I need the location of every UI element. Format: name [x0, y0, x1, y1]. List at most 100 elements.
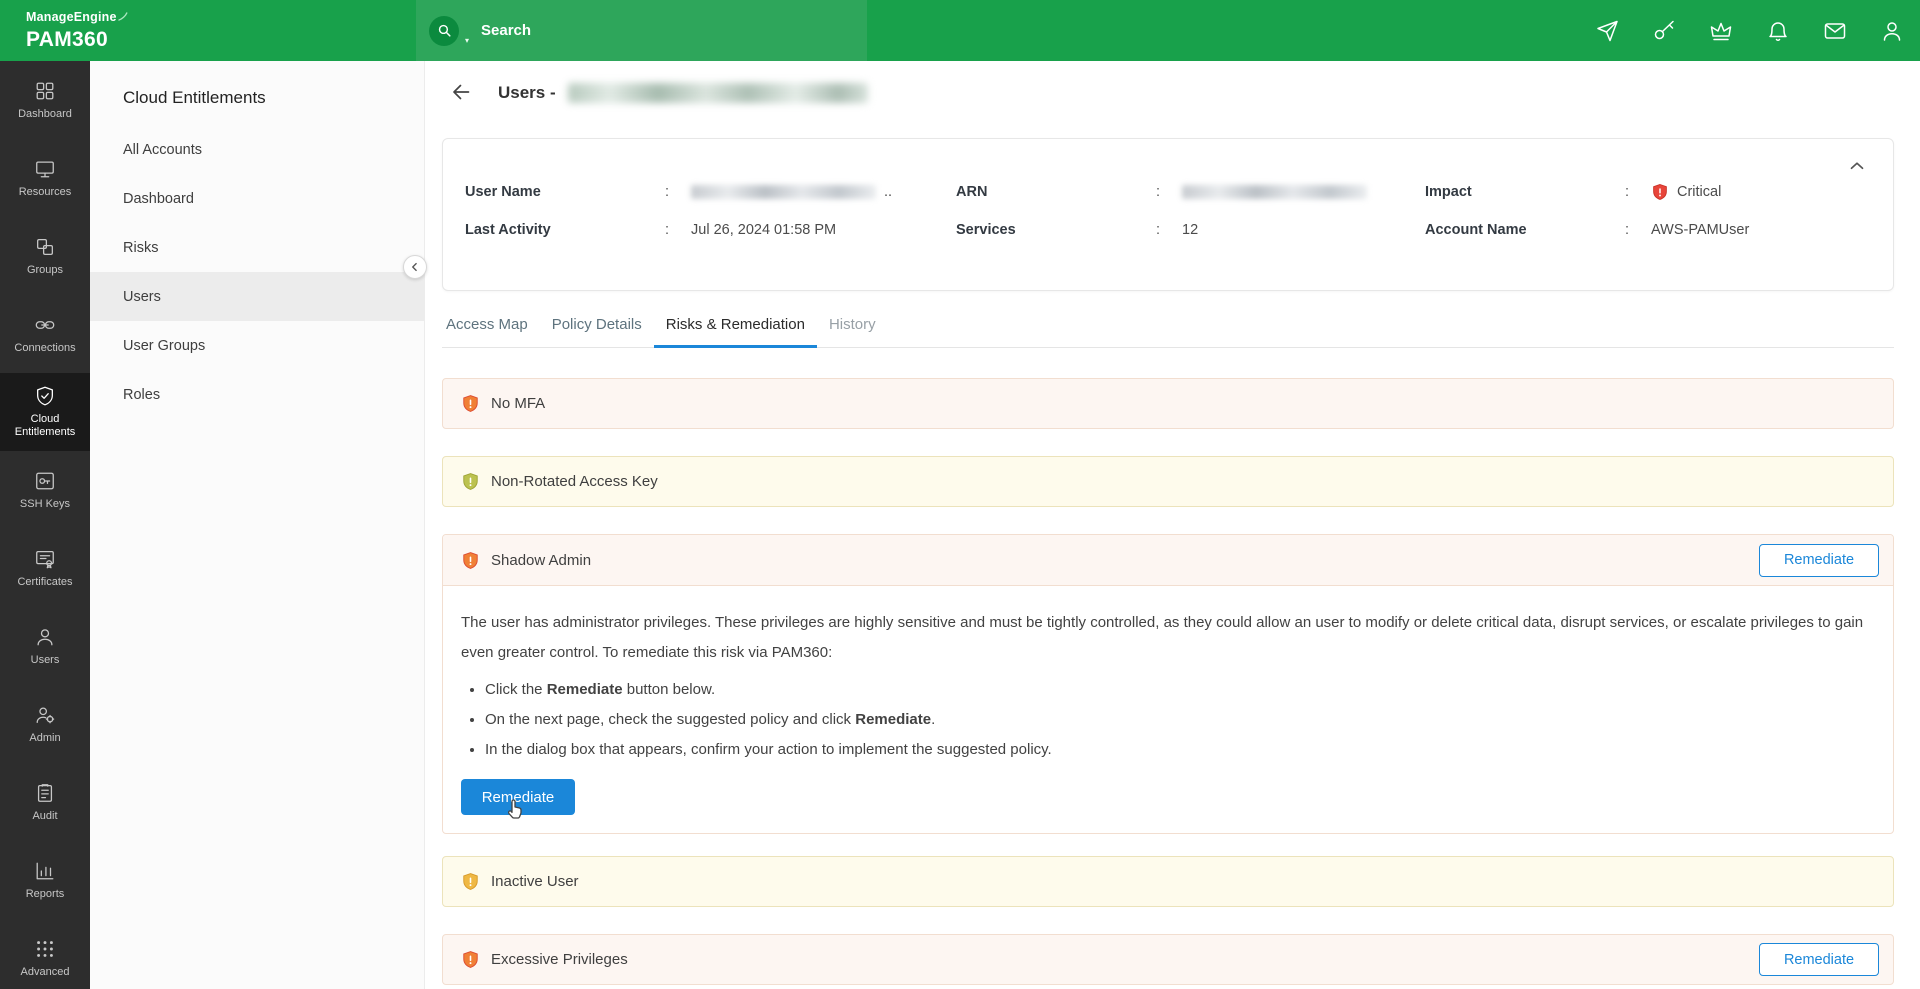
subnav-item-roles[interactable]: Roles [90, 370, 424, 419]
tab-policy-details[interactable]: Policy Details [540, 314, 654, 348]
remediate-action-button[interactable]: Remediate [461, 779, 575, 815]
certificates-icon [34, 548, 56, 570]
sidebar-item-label: Users [28, 654, 63, 667]
sidebar-item-users[interactable]: Users [0, 607, 90, 685]
audit-icon [34, 782, 56, 804]
sidebar-item-certificates[interactable]: Certificates [0, 529, 90, 607]
remediate-button-shadow-admin[interactable]: Remediate [1759, 544, 1879, 577]
secondary-sidebar: Cloud Entitlements All Accounts Dashboar… [90, 61, 425, 989]
card-collapse-button[interactable] [1845, 155, 1869, 179]
remediation-steps: Click the Remediate button below. On the… [461, 675, 1869, 765]
sidebar-item-label: Reports [23, 888, 68, 901]
risk-card-non-rotated-access-key[interactable]: Non-Rotated Access Key [442, 456, 1894, 507]
field-last-activity: Last Activity : Jul 26, 2024 01:58 PM [443, 217, 956, 243]
field-account-name: Account Name : AWS-PAMUser [1425, 217, 1873, 243]
product-name: PAM360 [26, 29, 128, 50]
colon: : [1156, 184, 1182, 200]
sidebar-item-cloud-entitlements[interactable]: Cloud Entitlements [0, 373, 90, 451]
back-button[interactable] [448, 80, 474, 106]
subnav-label: Users [123, 289, 161, 305]
connections-icon [34, 314, 56, 336]
sidebar-item-ssh-keys[interactable]: SSH Keys [0, 451, 90, 529]
key-icon[interactable] [1652, 19, 1676, 43]
brand-swoosh-icon [118, 9, 128, 25]
field-label: Impact [1425, 184, 1625, 200]
sidebar-item-label: Admin [26, 732, 63, 745]
tab-risks-remediation[interactable]: Risks & Remediation [654, 314, 817, 348]
risk-description: The user has administrator privileges. T… [461, 608, 1869, 668]
subnav-label: User Groups [123, 338, 205, 354]
search-scope-caret-icon: ▾ [465, 36, 469, 45]
sidebar-item-advanced[interactable]: Advanced [0, 919, 90, 989]
mail-icon[interactable] [1823, 19, 1847, 43]
tab-history[interactable]: History [817, 314, 888, 348]
field-value [1182, 185, 1367, 199]
admin-icon [34, 704, 56, 726]
sidebar-item-label: Groups [24, 264, 66, 277]
ssh-keys-icon [34, 470, 56, 492]
step-bold: Remediate [855, 711, 931, 728]
tab-access-map[interactable]: Access Map [442, 314, 540, 348]
search-placeholder: Search [481, 22, 531, 39]
sidebar-item-resources[interactable]: Resources [0, 139, 90, 217]
risk-shield-icon [461, 872, 480, 891]
sidebar-item-label: Resources [16, 186, 75, 199]
sidebar-item-label: SSH Keys [17, 498, 73, 511]
subnav-item-user-groups[interactable]: User Groups [90, 321, 424, 370]
main-content: Users - User Name : .. ARN : Impac [425, 61, 1920, 989]
risk-shield-icon [461, 394, 480, 413]
page-header: Users - [448, 75, 1920, 111]
sidebar-item-label: Audit [29, 810, 60, 823]
topbar-actions [1595, 0, 1904, 61]
brand-logo[interactable]: ManageEngine PAM360 [26, 9, 128, 50]
users-icon [34, 626, 56, 648]
sidebar-item-dashboard[interactable]: Dashboard [0, 61, 90, 139]
step-text: On the next page, check the suggested po… [485, 711, 855, 728]
sidebar-item-reports[interactable]: Reports [0, 841, 90, 919]
risk-card-no-mfa[interactable]: No MFA [442, 378, 1894, 429]
field-label: Services [956, 222, 1156, 238]
send-icon[interactable] [1595, 19, 1619, 43]
sidebar-item-connections[interactable]: Connections [0, 295, 90, 373]
subnav-item-risks[interactable]: Risks [90, 223, 424, 272]
subnav-item-users[interactable]: Users [90, 272, 424, 321]
sidebar-item-admin[interactable]: Admin [0, 685, 90, 763]
risk-label: No MFA [491, 395, 545, 412]
sidebar-collapse-button[interactable] [403, 255, 427, 279]
impact-value: Critical [1677, 184, 1721, 200]
chevron-left-icon [406, 258, 424, 276]
subnav-item-all-accounts[interactable]: All Accounts [90, 125, 424, 174]
risk-card-header[interactable]: Shadow Admin Remediate [443, 535, 1893, 586]
sidebar-item-groups[interactable]: Groups [0, 217, 90, 295]
colon: : [665, 222, 691, 238]
remediation-step: Click the Remediate button below. [485, 675, 1869, 705]
dashboard-icon [34, 80, 56, 102]
risk-label: Non-Rotated Access Key [491, 473, 658, 490]
search-icon [429, 16, 459, 46]
crown-icon[interactable] [1709, 19, 1733, 43]
risk-list: No MFA Non-Rotated Access Key Shadow Adm… [442, 378, 1894, 985]
page-title: Users - [498, 83, 556, 103]
sidebar-item-label: Cloud Entitlements [0, 413, 90, 439]
user-account-icon[interactable] [1880, 19, 1904, 43]
sidebar-item-audit[interactable]: Audit [0, 763, 90, 841]
colon: : [665, 184, 691, 200]
step-bold: Remediate [547, 681, 623, 698]
risk-card-body: The user has administrator privileges. T… [443, 586, 1893, 833]
step-text: Click the [485, 681, 547, 698]
bell-icon[interactable] [1766, 19, 1790, 43]
risk-card-excessive-privileges[interactable]: Excessive Privileges Remediate [442, 934, 1894, 985]
subnav-item-dashboard[interactable]: Dashboard [90, 174, 424, 223]
groups-icon [34, 236, 56, 258]
advanced-dots-icon [34, 938, 56, 960]
step-text: . [931, 711, 935, 728]
risk-shield-icon [461, 472, 480, 491]
risk-card-shadow-admin: Shadow Admin Remediate The user has admi… [442, 534, 1894, 834]
search-input[interactable]: ▾ Search [416, 0, 867, 61]
risk-card-inactive-user[interactable]: Inactive User [442, 856, 1894, 907]
truncation-dots: .. [884, 184, 892, 200]
risk-label: Excessive Privileges [491, 951, 628, 968]
remediate-button-excessive-privileges[interactable]: Remediate [1759, 943, 1879, 976]
colon: : [1156, 222, 1182, 238]
colon: : [1625, 222, 1651, 238]
